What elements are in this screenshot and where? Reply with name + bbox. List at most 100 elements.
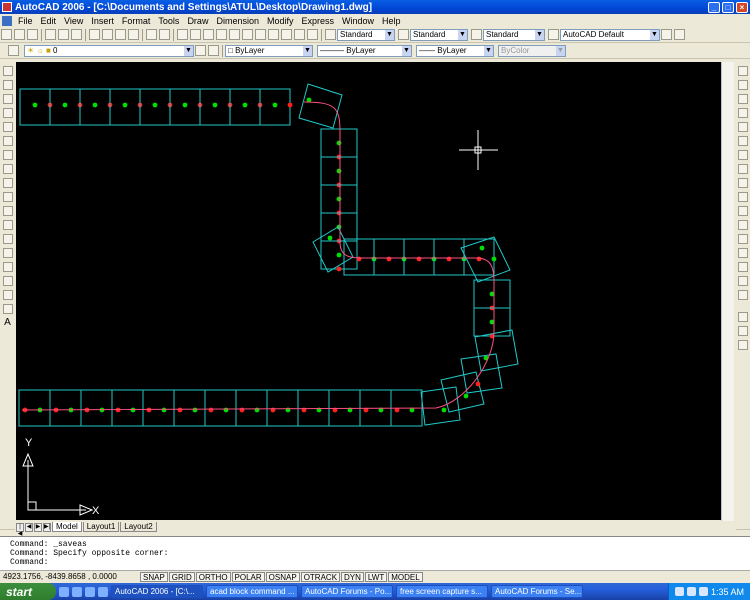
- grid-toggle[interactable]: GRID: [168, 571, 195, 582]
- break-at-point-icon[interactable]: [737, 220, 748, 230]
- menu-modify[interactable]: Modify: [263, 16, 298, 26]
- polar-toggle[interactable]: POLAR: [231, 571, 265, 582]
- scale-icon[interactable]: [737, 164, 748, 174]
- pan-icon[interactable]: [177, 29, 188, 40]
- table-style-icon[interactable]: [471, 29, 482, 40]
- menu-draw[interactable]: Draw: [183, 16, 212, 26]
- plot-style-select[interactable]: AutoCAD Default ▼: [560, 28, 660, 41]
- next-tab-button[interactable]: ▶: [34, 522, 42, 532]
- tab-model[interactable]: Model: [52, 522, 82, 532]
- start-button[interactable]: start: [0, 583, 56, 600]
- taskbar-item[interactable]: free screen capture s...: [396, 585, 488, 598]
- table-style-select[interactable]: Standard ▼: [483, 28, 545, 41]
- open-icon[interactable]: [14, 29, 25, 40]
- text-style-icon[interactable]: [325, 29, 336, 40]
- mirror-icon[interactable]: [737, 94, 748, 104]
- match-properties-icon[interactable]: [128, 29, 139, 40]
- minimize-button[interactable]: _: [708, 1, 720, 13]
- workspace-save-icon[interactable]: [674, 29, 685, 40]
- cut-icon[interactable]: [89, 29, 100, 40]
- dim-style-select[interactable]: Standard ▼: [410, 28, 468, 41]
- drawing-canvas[interactable]: Y X: [16, 62, 721, 520]
- send-back-icon[interactable]: [737, 340, 748, 350]
- ellipse-icon[interactable]: [2, 192, 13, 202]
- draworder-icon[interactable]: [737, 312, 748, 322]
- layer-manager-icon[interactable]: [8, 45, 19, 56]
- arc-icon[interactable]: [2, 136, 13, 146]
- make-block-icon[interactable]: [2, 234, 13, 244]
- help-icon[interactable]: [307, 29, 318, 40]
- lineweight-select[interactable]: —— ByLayer ▼: [416, 44, 494, 57]
- multiline-text-icon[interactable]: A: [3, 318, 13, 328]
- extend-icon[interactable]: [737, 206, 748, 216]
- taskbar-item[interactable]: AutoCAD Forums - Se...: [491, 585, 583, 598]
- menu-tools[interactable]: Tools: [154, 16, 183, 26]
- trim-icon[interactable]: [737, 192, 748, 202]
- move-icon[interactable]: [737, 136, 748, 146]
- layer-select[interactable]: ☀ ☼ ■ 0 ▼: [24, 44, 194, 57]
- spline-icon[interactable]: [2, 178, 13, 188]
- text-style-select[interactable]: Standard ▼: [337, 28, 395, 41]
- menu-edit[interactable]: Edit: [37, 16, 61, 26]
- polygon-icon[interactable]: [2, 108, 13, 118]
- model-toggle[interactable]: MODEL: [388, 571, 423, 582]
- copy-icon[interactable]: [102, 29, 113, 40]
- fillet-icon[interactable]: [737, 276, 748, 286]
- bring-front-icon[interactable]: [737, 326, 748, 336]
- dim-style-icon[interactable]: [398, 29, 409, 40]
- command-window[interactable]: Command: _saveas Command: Specify opposi…: [0, 536, 750, 570]
- paste-icon[interactable]: [115, 29, 126, 40]
- undo-icon[interactable]: [146, 29, 157, 40]
- hatch-icon[interactable]: [2, 262, 13, 272]
- menu-file[interactable]: File: [14, 16, 37, 26]
- ellipse-arc-icon[interactable]: [2, 206, 13, 216]
- layer-previous-icon[interactable]: [208, 45, 219, 56]
- command-prompt[interactable]: Command:: [10, 558, 740, 567]
- new-icon[interactable]: [1, 29, 12, 40]
- array-icon[interactable]: [737, 122, 748, 132]
- vertical-scrollbar[interactable]: [721, 62, 734, 523]
- chamfer-icon[interactable]: [737, 262, 748, 272]
- menu-dimension[interactable]: Dimension: [212, 16, 263, 26]
- menu-insert[interactable]: Insert: [87, 16, 118, 26]
- insert-block-icon[interactable]: [2, 220, 13, 230]
- linetype-select[interactable]: ——— ByLayer ▼: [317, 44, 412, 57]
- color-select[interactable]: □ ByLayer ▼: [225, 44, 313, 57]
- make-current-layer-icon[interactable]: [195, 45, 206, 56]
- menu-help[interactable]: Help: [378, 16, 405, 26]
- tool-palettes-icon[interactable]: [255, 29, 266, 40]
- tray-icon[interactable]: [698, 587, 708, 596]
- line-icon[interactable]: [2, 66, 13, 76]
- polyline-icon[interactable]: [2, 94, 13, 104]
- sheet-set-icon[interactable]: [268, 29, 279, 40]
- quicklaunch-icon[interactable]: [72, 586, 82, 597]
- erase-icon[interactable]: [737, 66, 748, 76]
- calculator-icon[interactable]: [294, 29, 305, 40]
- zoom-realtime-icon[interactable]: [190, 29, 201, 40]
- last-tab-button[interactable]: ▶|: [43, 522, 51, 532]
- explode-icon[interactable]: [737, 290, 748, 300]
- drawing-svg[interactable]: Y X: [16, 62, 721, 520]
- menu-format[interactable]: Format: [118, 16, 155, 26]
- design-center-icon[interactable]: [242, 29, 253, 40]
- circle-icon[interactable]: [2, 150, 13, 160]
- quicklaunch-icon[interactable]: [98, 586, 108, 597]
- region-icon[interactable]: [2, 290, 13, 300]
- point-icon[interactable]: [2, 248, 13, 258]
- first-tab-button[interactable]: |◀: [16, 522, 24, 537]
- zoom-window-icon[interactable]: [203, 29, 214, 40]
- zoom-previous-icon[interactable]: [216, 29, 227, 40]
- osnap-toggle[interactable]: OSNAP: [265, 571, 300, 582]
- tab-layout1[interactable]: Layout1: [82, 522, 120, 532]
- taskbar-item[interactable]: AutoCAD Forums - Po...: [301, 585, 393, 598]
- rotate-icon[interactable]: [737, 150, 748, 160]
- preview-icon[interactable]: [58, 29, 69, 40]
- publish-icon[interactable]: [71, 29, 82, 40]
- save-icon[interactable]: [27, 29, 38, 40]
- tray-icon[interactable]: [686, 587, 696, 596]
- plot-style-icon[interactable]: [548, 29, 559, 40]
- stretch-icon[interactable]: [737, 178, 748, 188]
- taskbar-item[interactable]: acad block command ...: [206, 585, 298, 598]
- quicklaunch-icon[interactable]: [59, 586, 69, 597]
- prev-tab-button[interactable]: ◀: [25, 522, 33, 532]
